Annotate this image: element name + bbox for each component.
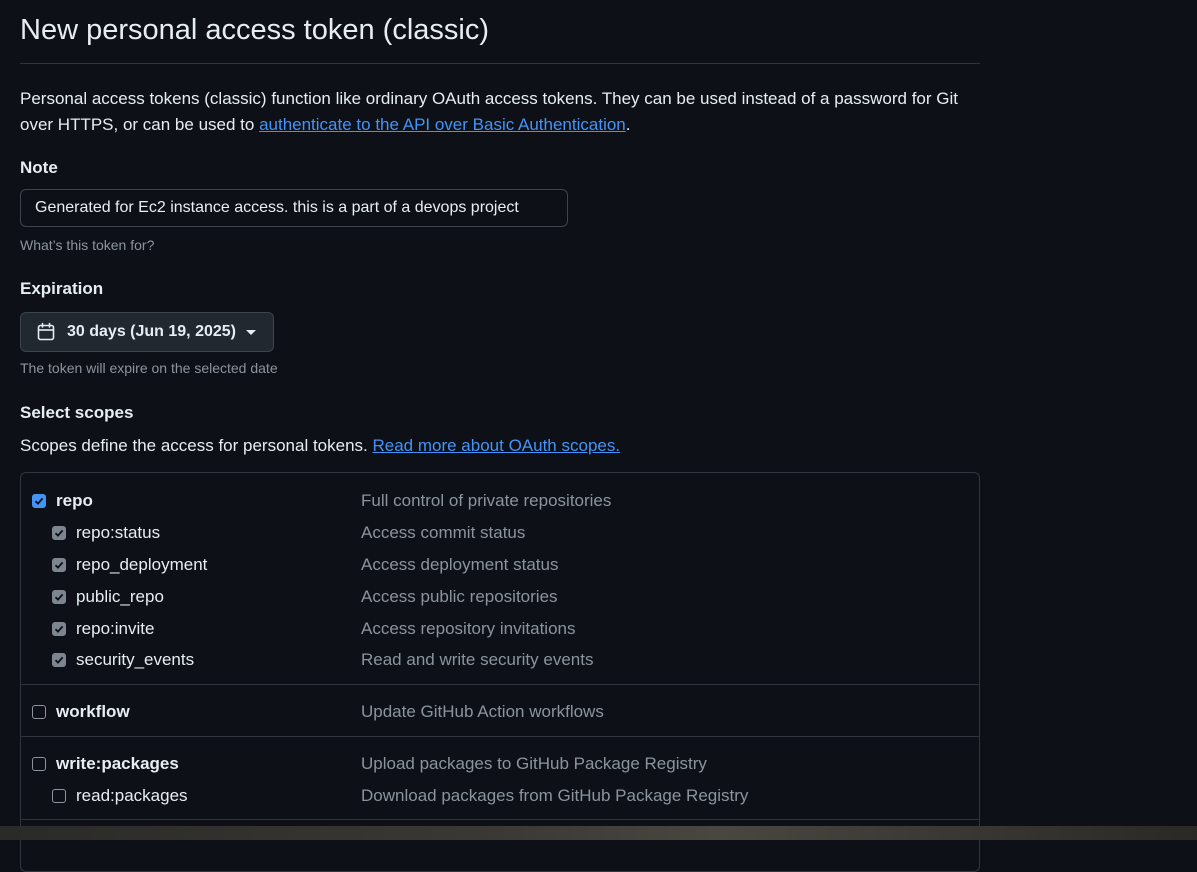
checkbox-security-events[interactable] xyxy=(52,653,66,667)
checkbox-write-packages[interactable] xyxy=(32,757,46,771)
scope-row-repo-deployment[interactable]: repo_deployment Access deployment status xyxy=(21,549,979,581)
scope-divider xyxy=(21,684,979,685)
scope-desc-write-packages: Upload packages to GitHub Package Regist… xyxy=(361,754,707,773)
expiration-selected-value: 30 days (Jun 19, 2025) xyxy=(67,323,236,340)
checkbox-public-repo[interactable] xyxy=(52,590,66,604)
note-label: Note xyxy=(20,158,58,177)
scopes-description: Scopes define the access for personal to… xyxy=(20,436,620,456)
checkbox-repo-deployment[interactable] xyxy=(52,558,66,572)
checkbox-repo-invite[interactable] xyxy=(52,622,66,636)
checkbox-repo[interactable] xyxy=(32,494,46,508)
scope-row-workflow[interactable]: workflow Update GitHub Action workflows xyxy=(21,696,979,728)
scope-name-public-repo: public_repo xyxy=(76,587,164,606)
scope-row-repo-invite[interactable]: repo:invite Access repository invitation… xyxy=(21,613,979,645)
expiration-select-button[interactable]: 30 days (Jun 19, 2025) xyxy=(20,312,274,352)
note-hint: What’s this token for? xyxy=(20,237,155,253)
scope-row-read-packages[interactable]: read:packages Download packages from Git… xyxy=(21,780,979,812)
scope-desc-repo: Full control of private repositories xyxy=(361,491,612,510)
scope-name-repo: repo xyxy=(56,491,93,510)
scope-desc-repo-deployment: Access deployment status xyxy=(361,555,559,574)
scope-desc-repo-status: Access commit status xyxy=(361,523,526,542)
scope-row-repo-status[interactable]: repo:status Access commit status xyxy=(21,517,979,549)
scopes-description-text: Scopes define the access for personal to… xyxy=(20,436,373,455)
scope-row-public-repo[interactable]: public_repo Access public repositories xyxy=(21,581,979,613)
taskbar-strip xyxy=(0,826,1197,840)
scope-row-repo[interactable]: repo Full control of private repositorie… xyxy=(21,485,979,517)
basic-auth-link[interactable]: authenticate to the API over Basic Authe… xyxy=(259,115,626,134)
title-divider xyxy=(20,63,980,64)
scope-desc-read-packages: Download packages from GitHub Package Re… xyxy=(361,786,749,805)
page-title: New personal access token (classic) xyxy=(20,14,490,46)
scope-divider xyxy=(21,736,979,737)
scopes-label: Select scopes xyxy=(20,403,134,422)
oauth-scopes-link[interactable]: Read more about OAuth scopes. xyxy=(372,436,620,455)
intro-paragraph: Personal access tokens (classic) functio… xyxy=(20,86,980,138)
scope-name-security-events: security_events xyxy=(76,650,195,669)
calendar-icon xyxy=(36,322,56,342)
note-input[interactable] xyxy=(20,189,568,227)
scope-desc-workflow: Update GitHub Action workflows xyxy=(361,702,604,721)
intro-end: . xyxy=(625,115,631,134)
scope-name-workflow: workflow xyxy=(56,702,130,721)
scope-row-write-packages[interactable]: write:packages Upload packages to GitHub… xyxy=(21,748,979,780)
scope-name-write-packages: write:packages xyxy=(56,754,179,773)
scope-desc-security-events: Read and write security events xyxy=(361,650,594,669)
checkbox-repo-status[interactable] xyxy=(52,526,66,540)
scope-name-repo-deployment: repo_deployment xyxy=(76,555,208,574)
scope-name-repo-status: repo:status xyxy=(76,523,161,542)
checkbox-read-packages[interactable] xyxy=(52,789,66,803)
scopes-list: repo Full control of private repositorie… xyxy=(20,472,980,872)
scope-divider xyxy=(21,819,979,820)
checkbox-workflow[interactable] xyxy=(32,705,46,719)
scope-desc-public-repo: Access public repositories xyxy=(361,587,558,606)
caret-down-icon xyxy=(245,329,256,335)
expiration-hint: The token will expire on the selected da… xyxy=(20,360,278,376)
scope-row-security-events[interactable]: security_events Read and write security … xyxy=(21,644,979,676)
expiration-label: Expiration xyxy=(20,279,104,298)
scope-desc-repo-invite: Access repository invitations xyxy=(361,619,576,638)
scope-name-read-packages: read:packages xyxy=(76,786,188,805)
scope-name-repo-invite: repo:invite xyxy=(76,619,155,638)
